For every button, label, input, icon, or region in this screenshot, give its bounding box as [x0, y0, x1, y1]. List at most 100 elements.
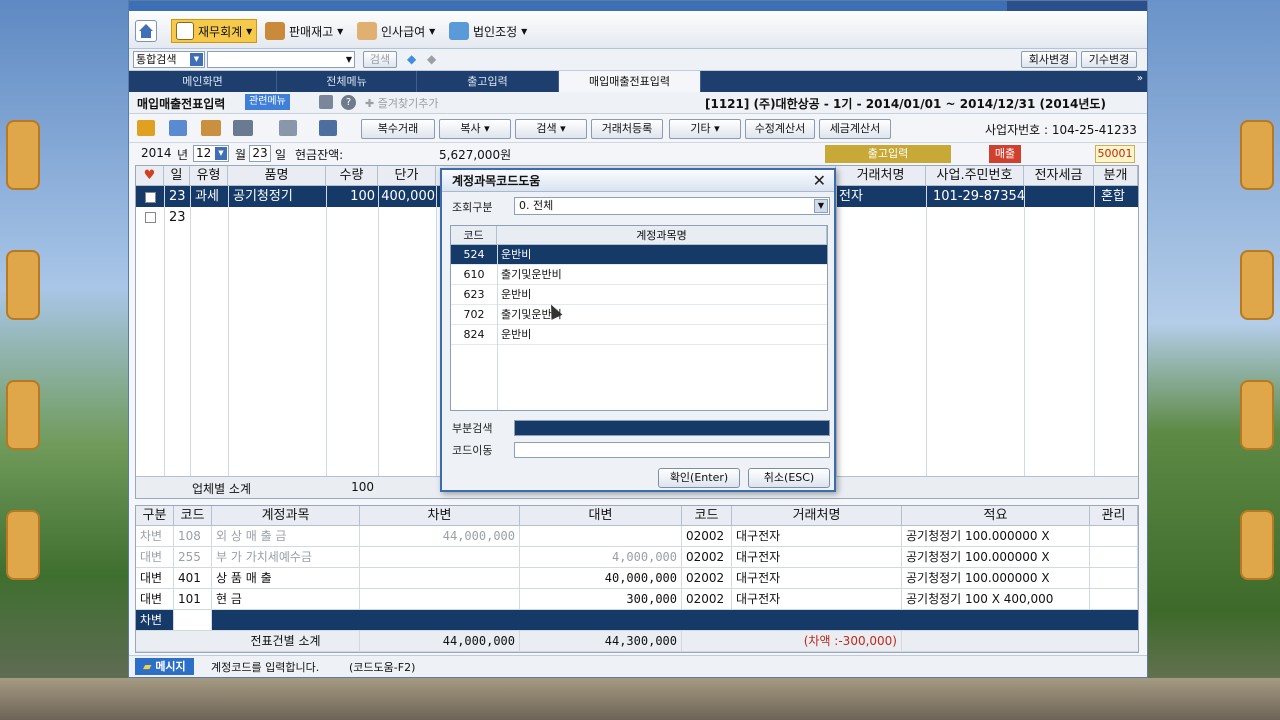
menu-corp[interactable]: 법인조정 ▼	[449, 19, 527, 43]
cell-partner-name: 대구전자	[732, 568, 902, 588]
cell-qty[interactable]: 100	[326, 186, 378, 207]
window-controls[interactable]	[1007, 1, 1147, 11]
search-icon[interactable]	[319, 120, 337, 136]
cash-balance-label: 현금잔액:	[295, 148, 344, 162]
cell-day[interactable]: 23	[166, 207, 189, 228]
print-icon[interactable]	[319, 95, 333, 109]
delete-icon[interactable]	[201, 120, 221, 136]
table-row[interactable]: 대변 101 현 금 300,000 02002 대구전자 공기청정기 100 …	[136, 589, 1138, 610]
chevron-right-icon[interactable]: »	[1137, 73, 1143, 84]
search-scope-select[interactable]: 통합검색 ▼	[133, 51, 205, 68]
cell-day[interactable]: 23	[166, 186, 189, 207]
cancel-button[interactable]: 취소(ESC)	[748, 468, 830, 488]
partner-register-button[interactable]: 거래처등록	[591, 119, 663, 139]
diamond-icon[interactable]: ◆	[407, 52, 416, 66]
tab-all-menu[interactable]: 전체메뉴	[277, 71, 417, 92]
item-name: 출기및운반비	[501, 268, 562, 281]
company-change-button[interactable]: 회사변경	[1021, 51, 1077, 68]
cell-memo: 공기청정기 100.000000 X	[902, 526, 1090, 546]
shipment-input-button[interactable]: 출고입력	[825, 145, 951, 163]
ok-button[interactable]: 확인(Enter)	[658, 468, 740, 488]
account-code-input[interactable]	[174, 610, 212, 630]
col-item: 품명	[228, 166, 326, 186]
close-icon[interactable]: ✕	[813, 171, 826, 191]
help-icon[interactable]: ?	[341, 95, 356, 110]
row-checkbox[interactable]	[142, 188, 159, 209]
type-code: 50001	[1095, 145, 1135, 163]
etc-button[interactable]: 기타 ▾	[669, 119, 741, 139]
partial-search-label: 부분검색	[452, 422, 493, 435]
search-menu-button[interactable]: 검색 ▾	[515, 119, 587, 139]
multi-transaction-button[interactable]: 복수거래	[361, 119, 435, 139]
divider	[164, 186, 165, 476]
col-etax: 전자세금	[1024, 166, 1094, 186]
filter-select[interactable]: 0. 전체 ▼	[514, 197, 830, 215]
print-icon[interactable]	[233, 120, 253, 136]
month-select[interactable]: 12 ▼	[193, 145, 229, 162]
code-goto-label: 코드이동	[452, 444, 493, 457]
binder-ring	[1240, 510, 1274, 580]
list-item[interactable]: 702 출기및운반비	[451, 305, 827, 325]
divider	[1024, 186, 1025, 476]
table-row-editing[interactable]: 차변	[136, 610, 1138, 631]
list-item[interactable]: 824 운반비	[451, 325, 827, 345]
diamond-icon[interactable]: ◆	[427, 52, 436, 66]
chevron-down-icon: ▼	[215, 147, 227, 160]
cell-account: 상 품 매 출	[212, 568, 360, 588]
chevron-down-icon[interactable]: ▼	[190, 53, 203, 66]
chevron-down-icon[interactable]: ▼	[814, 199, 828, 213]
code-goto-input[interactable]	[514, 442, 830, 458]
cell-division[interactable]: 차변	[136, 610, 174, 630]
bookmark-add-button[interactable]: ✚ 즐겨찾기추가	[365, 95, 438, 111]
cell-memo: 공기청정기 100.000000 X	[902, 568, 1090, 588]
day-input[interactable]: 23	[249, 145, 271, 162]
copy-button[interactable]: 복사 ▾	[439, 119, 511, 139]
divider	[926, 186, 927, 476]
divider	[1094, 186, 1095, 476]
partial-search-input[interactable]	[514, 420, 830, 436]
date-row: 2014 년 12 ▼ 월 23 일 현금잔액: 5,627,000원 출고입력 …	[129, 143, 1147, 165]
period-change-button[interactable]: 기수변경	[1081, 51, 1137, 68]
cell-partner-code: 02002	[682, 547, 732, 567]
search-input[interactable]: ▼	[207, 51, 355, 68]
search-button[interactable]: 검색	[363, 51, 397, 68]
item-name: 운반비	[501, 328, 532, 341]
table-row[interactable]: 차변 108 외 상 매 출 금 44,000,000 02002 대구전자 공…	[136, 526, 1138, 547]
menu-sales[interactable]: 판매재고 ▼	[265, 19, 343, 43]
cell-journal[interactable]: 혼합	[1098, 186, 1128, 207]
related-menu-button[interactable]: 관련메뉴	[245, 94, 290, 110]
list-item[interactable]: 610 출기및운반비	[451, 265, 827, 285]
item-code: 702	[463, 308, 485, 321]
menu-finance[interactable]: 재무회계 ▼	[171, 19, 258, 43]
cell-account: 부 가 가치세예수금	[212, 547, 360, 567]
cell-price[interactable]: 400,000	[378, 186, 438, 207]
tab-main[interactable]: 메인화면	[129, 71, 277, 92]
item-code: 610	[463, 268, 485, 281]
amend-invoice-button[interactable]: 수정계산서	[745, 119, 815, 139]
cell-credit	[520, 526, 682, 546]
lookup-icon[interactable]	[279, 120, 297, 136]
menu-hr[interactable]: 인사급여 ▼	[357, 19, 435, 43]
table-row[interactable]: 대변 255 부 가 가치세예수금 4,000,000 02002 대구전자 공…	[136, 547, 1138, 568]
cell-bizno[interactable]: 101-29-87354	[930, 186, 1028, 207]
row-checkbox[interactable]	[142, 208, 159, 229]
col-manage: 관리	[1090, 506, 1138, 526]
table-row[interactable]: 대변 401 상 품 매 출 40,000,000 02002 대구전자 공기청…	[136, 568, 1138, 589]
list-item[interactable]: 623 운반비	[451, 285, 827, 305]
close-form-icon[interactable]	[137, 120, 155, 136]
cell-partner[interactable]: 전자	[836, 186, 866, 207]
cell-manage	[1090, 526, 1138, 546]
home-button[interactable]	[135, 19, 157, 43]
list-item-selected[interactable]: 524 운반비	[451, 245, 827, 265]
filter-value: 0. 전체	[519, 199, 554, 212]
tab-purchase-sales-voucher[interactable]: 매입매출전표입력	[559, 71, 701, 92]
cell-type[interactable]: 과세	[192, 186, 222, 207]
desktop-background-bottom	[0, 678, 1280, 720]
tab-shipment[interactable]: 출고입력	[417, 71, 559, 92]
cell-item[interactable]: 공기청정기	[230, 186, 296, 207]
tax-invoice-button[interactable]: 세금계산서	[819, 119, 891, 139]
month-value: 12	[196, 146, 212, 160]
cell-partner-name: 대구전자	[732, 589, 902, 609]
message-label: ▰ 메시지	[135, 658, 194, 675]
code-help-icon[interactable]	[169, 120, 187, 136]
